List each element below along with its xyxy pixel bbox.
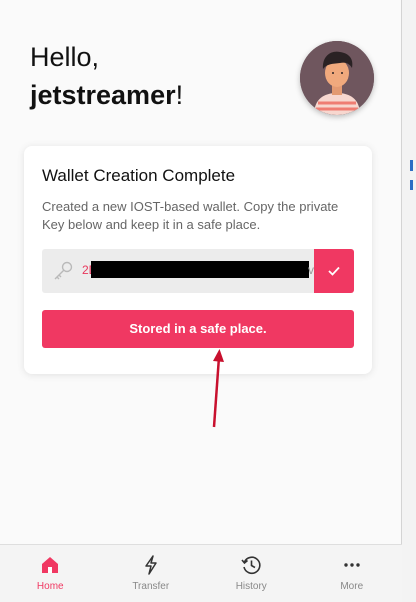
nav-history-label: History [235,581,267,592]
nav-home-label: Home [36,581,64,592]
greeting-exclaim: ! [175,80,184,110]
nav-more[interactable]: More [302,545,403,602]
more-dots-icon [344,563,360,567]
background-ui-mark [410,160,413,171]
copy-confirm-button[interactable] [314,249,354,293]
stored-safe-button[interactable]: Stored in a safe place. [42,310,354,348]
card-title: Wallet Creation Complete [42,166,236,185]
redacted-private-key [91,261,309,278]
nav-transfer[interactable]: Transfer [101,545,202,602]
background-window-edge [402,0,416,602]
key-icon [54,261,73,280]
bottom-navigation: Home Transfer History More [0,544,402,602]
username: jetstreamer [30,80,176,110]
private-key-field[interactable]: 2D v [42,249,354,293]
greeting: Hello, jetstreamer! [30,40,183,112]
nav-transfer-label: Transfer [132,581,170,592]
home-icon [42,557,59,573]
wallet-complete-card: Wallet Creation Complete Created a new I… [24,146,372,374]
app-window: Hello, jetstreamer! Wallet Creation Comp… [0,0,402,602]
annotation-arrow-icon [212,349,224,428]
history-clock-icon [241,556,261,575]
check-icon [328,266,340,276]
nav-history[interactable]: History [201,545,302,602]
card-description: Created a new IOST-based wallet. Copy th… [42,199,339,232]
background-ui-mark [410,180,413,190]
nav-more-label: More [340,581,364,592]
greeting-hello: Hello, [30,42,100,72]
avatar[interactable] [300,41,374,115]
lightning-icon [145,555,157,575]
greeting-user: jetstreamer! [30,78,183,112]
nav-home[interactable]: Home [0,545,101,602]
avatar-person-icon [300,41,374,115]
